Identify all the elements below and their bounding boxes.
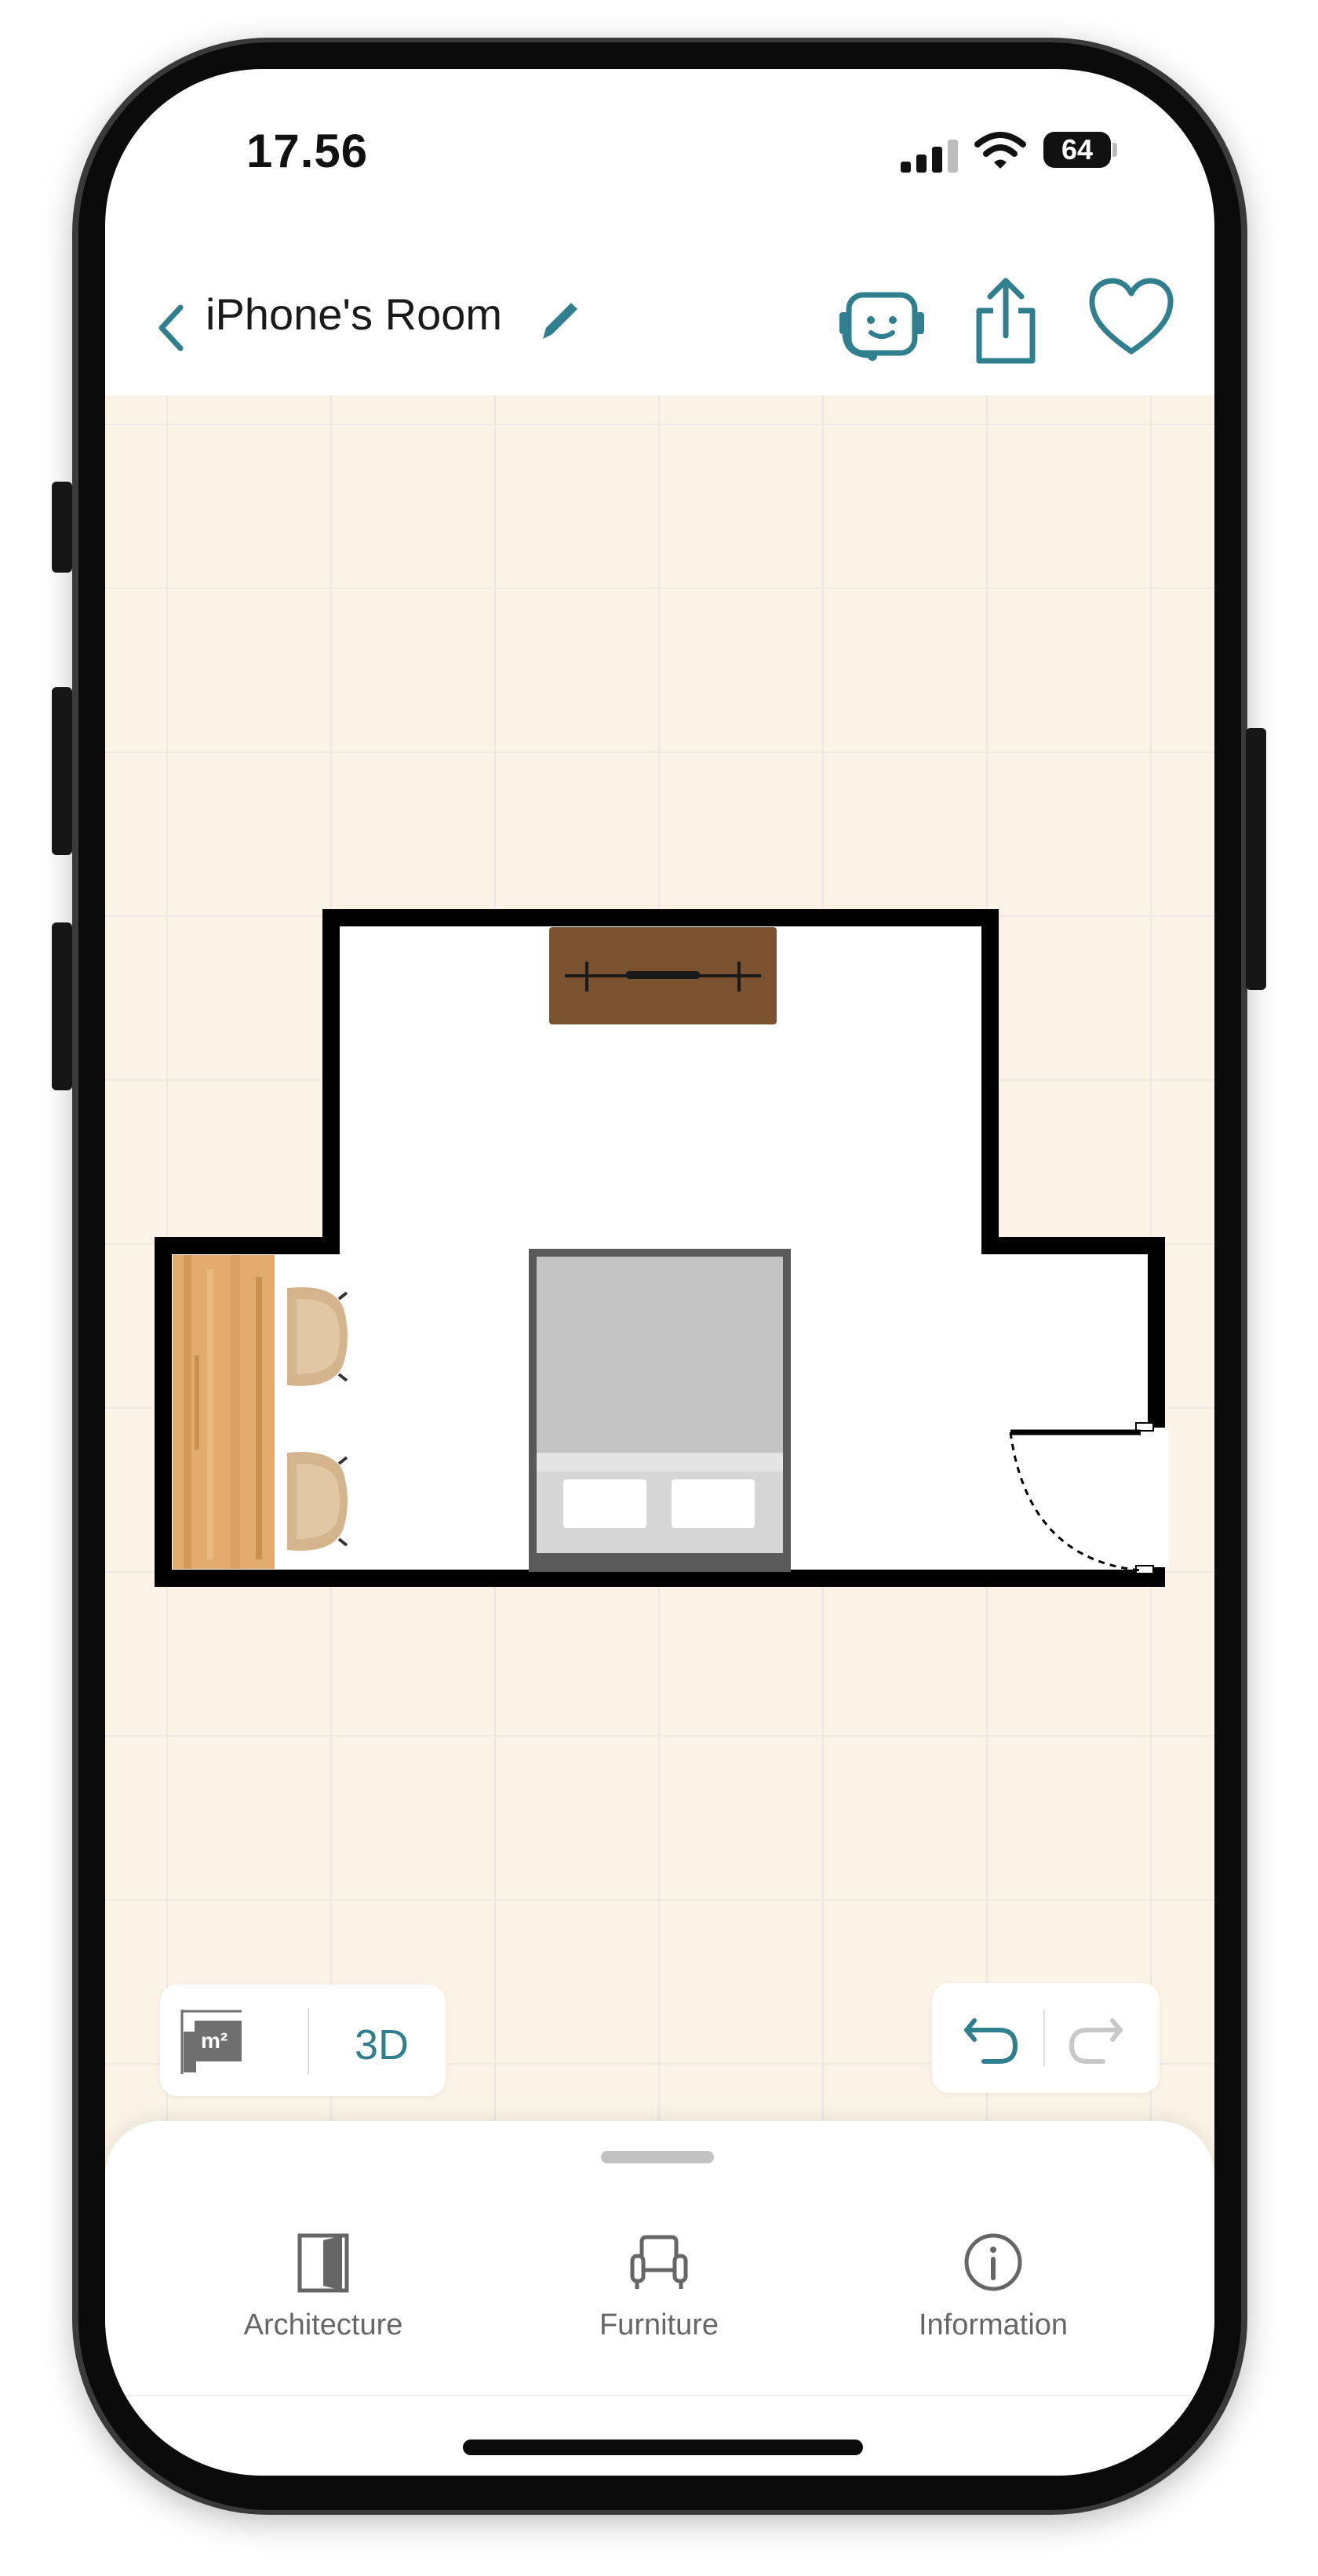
screen: 17.56 64 iPhone's Room m² 3D Architectur… (105, 69, 1214, 2476)
tab-architecture-label: Architecture (243, 2309, 403, 2341)
phone-mute-switch (52, 482, 72, 573)
door-opening (1142, 1428, 1169, 1567)
armchair-icon (630, 2235, 688, 2289)
phone-volume-up (52, 687, 72, 855)
undo-redo-divider (1043, 2010, 1045, 2066)
phone-power-button (1246, 728, 1266, 990)
redo-icon[interactable] (1064, 2011, 1127, 2068)
phone-volume-down (52, 922, 72, 1090)
tab-bar-divider (105, 2395, 1214, 2396)
tab-furniture-label: Furniture (599, 2309, 719, 2341)
tab-architecture[interactable]: Architecture (206, 2231, 441, 2342)
tab-information-label: Information (918, 2309, 1069, 2341)
controls-divider (308, 2008, 309, 2074)
chair-top (287, 1287, 348, 1386)
view-3d-button[interactable]: 3D (355, 2021, 409, 2069)
undo-icon[interactable] (960, 2011, 1023, 2068)
door-icon (297, 2233, 349, 2293)
tab-information[interactable]: Information (876, 2231, 1111, 2342)
floor-plan[interactable] (105, 69, 1214, 2476)
tab-furniture[interactable]: Furniture (541, 2231, 777, 2342)
chair-bottom (287, 1452, 348, 1551)
area-unit-button[interactable]: m² (177, 2005, 248, 2077)
home-indicator[interactable] (463, 2440, 863, 2455)
sheet-drag-handle[interactable] (601, 2151, 714, 2163)
info-icon (964, 2233, 1022, 2291)
area-unit-label: m² (201, 2028, 228, 2053)
